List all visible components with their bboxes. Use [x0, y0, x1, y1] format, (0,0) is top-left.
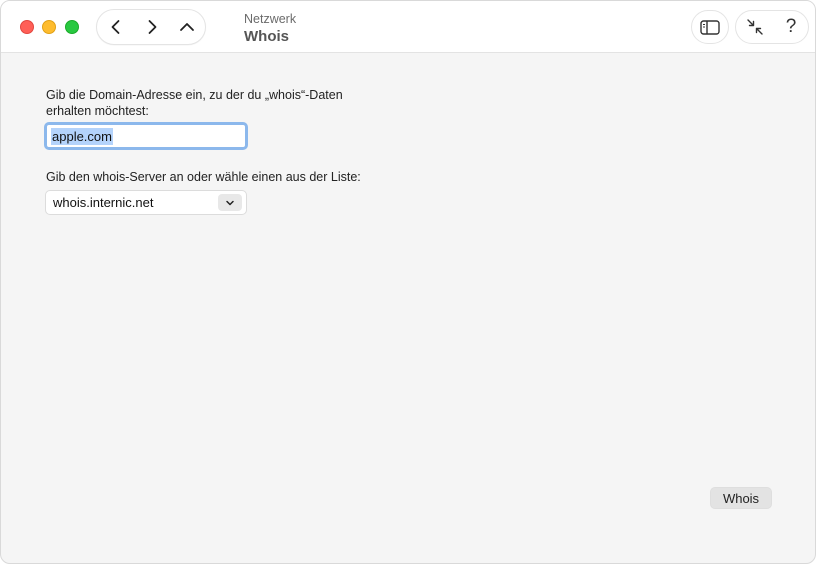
window-title: Whois	[244, 28, 289, 45]
domain-label: Gib die Domain-Adresse ein, zu der du „w…	[46, 88, 343, 118]
forward-button[interactable]	[135, 10, 169, 44]
navigation-group	[96, 9, 206, 45]
zoom-window-button[interactable]	[65, 20, 79, 34]
domain-input[interactable]: apple.com	[44, 122, 248, 150]
app-window: Netzwerk Whois ? Gib die Domain-Adresse …	[0, 0, 816, 564]
server-dropdown-button[interactable]	[218, 194, 242, 211]
minimize-window-button[interactable]	[42, 20, 56, 34]
toggle-sidebar-button[interactable]	[691, 10, 729, 44]
window-subtitle: Netzwerk	[244, 12, 297, 26]
chevron-down-icon	[226, 200, 234, 205]
up-button[interactable]	[170, 10, 204, 44]
close-window-button[interactable]	[20, 20, 34, 34]
whois-button[interactable]: Whois	[710, 487, 772, 509]
domain-input-value: apple.com	[51, 127, 113, 145]
chevron-right-icon	[148, 20, 157, 34]
titlebar: Netzwerk Whois ?	[1, 1, 815, 53]
right-toolbar-group: ?	[735, 10, 809, 44]
server-label: Gib den whois-Server an oder wähle einen…	[46, 170, 361, 184]
server-combobox[interactable]: whois.internic.net	[45, 190, 247, 215]
server-value: whois.internic.net	[53, 195, 154, 210]
sidebar-icon	[700, 19, 720, 35]
arrows-inward-icon	[747, 19, 763, 35]
chevron-up-icon	[180, 23, 194, 31]
help-button[interactable]: ?	[773, 11, 809, 43]
chevron-left-icon	[111, 20, 120, 34]
back-button[interactable]	[99, 10, 133, 44]
collapse-button[interactable]	[737, 11, 773, 43]
